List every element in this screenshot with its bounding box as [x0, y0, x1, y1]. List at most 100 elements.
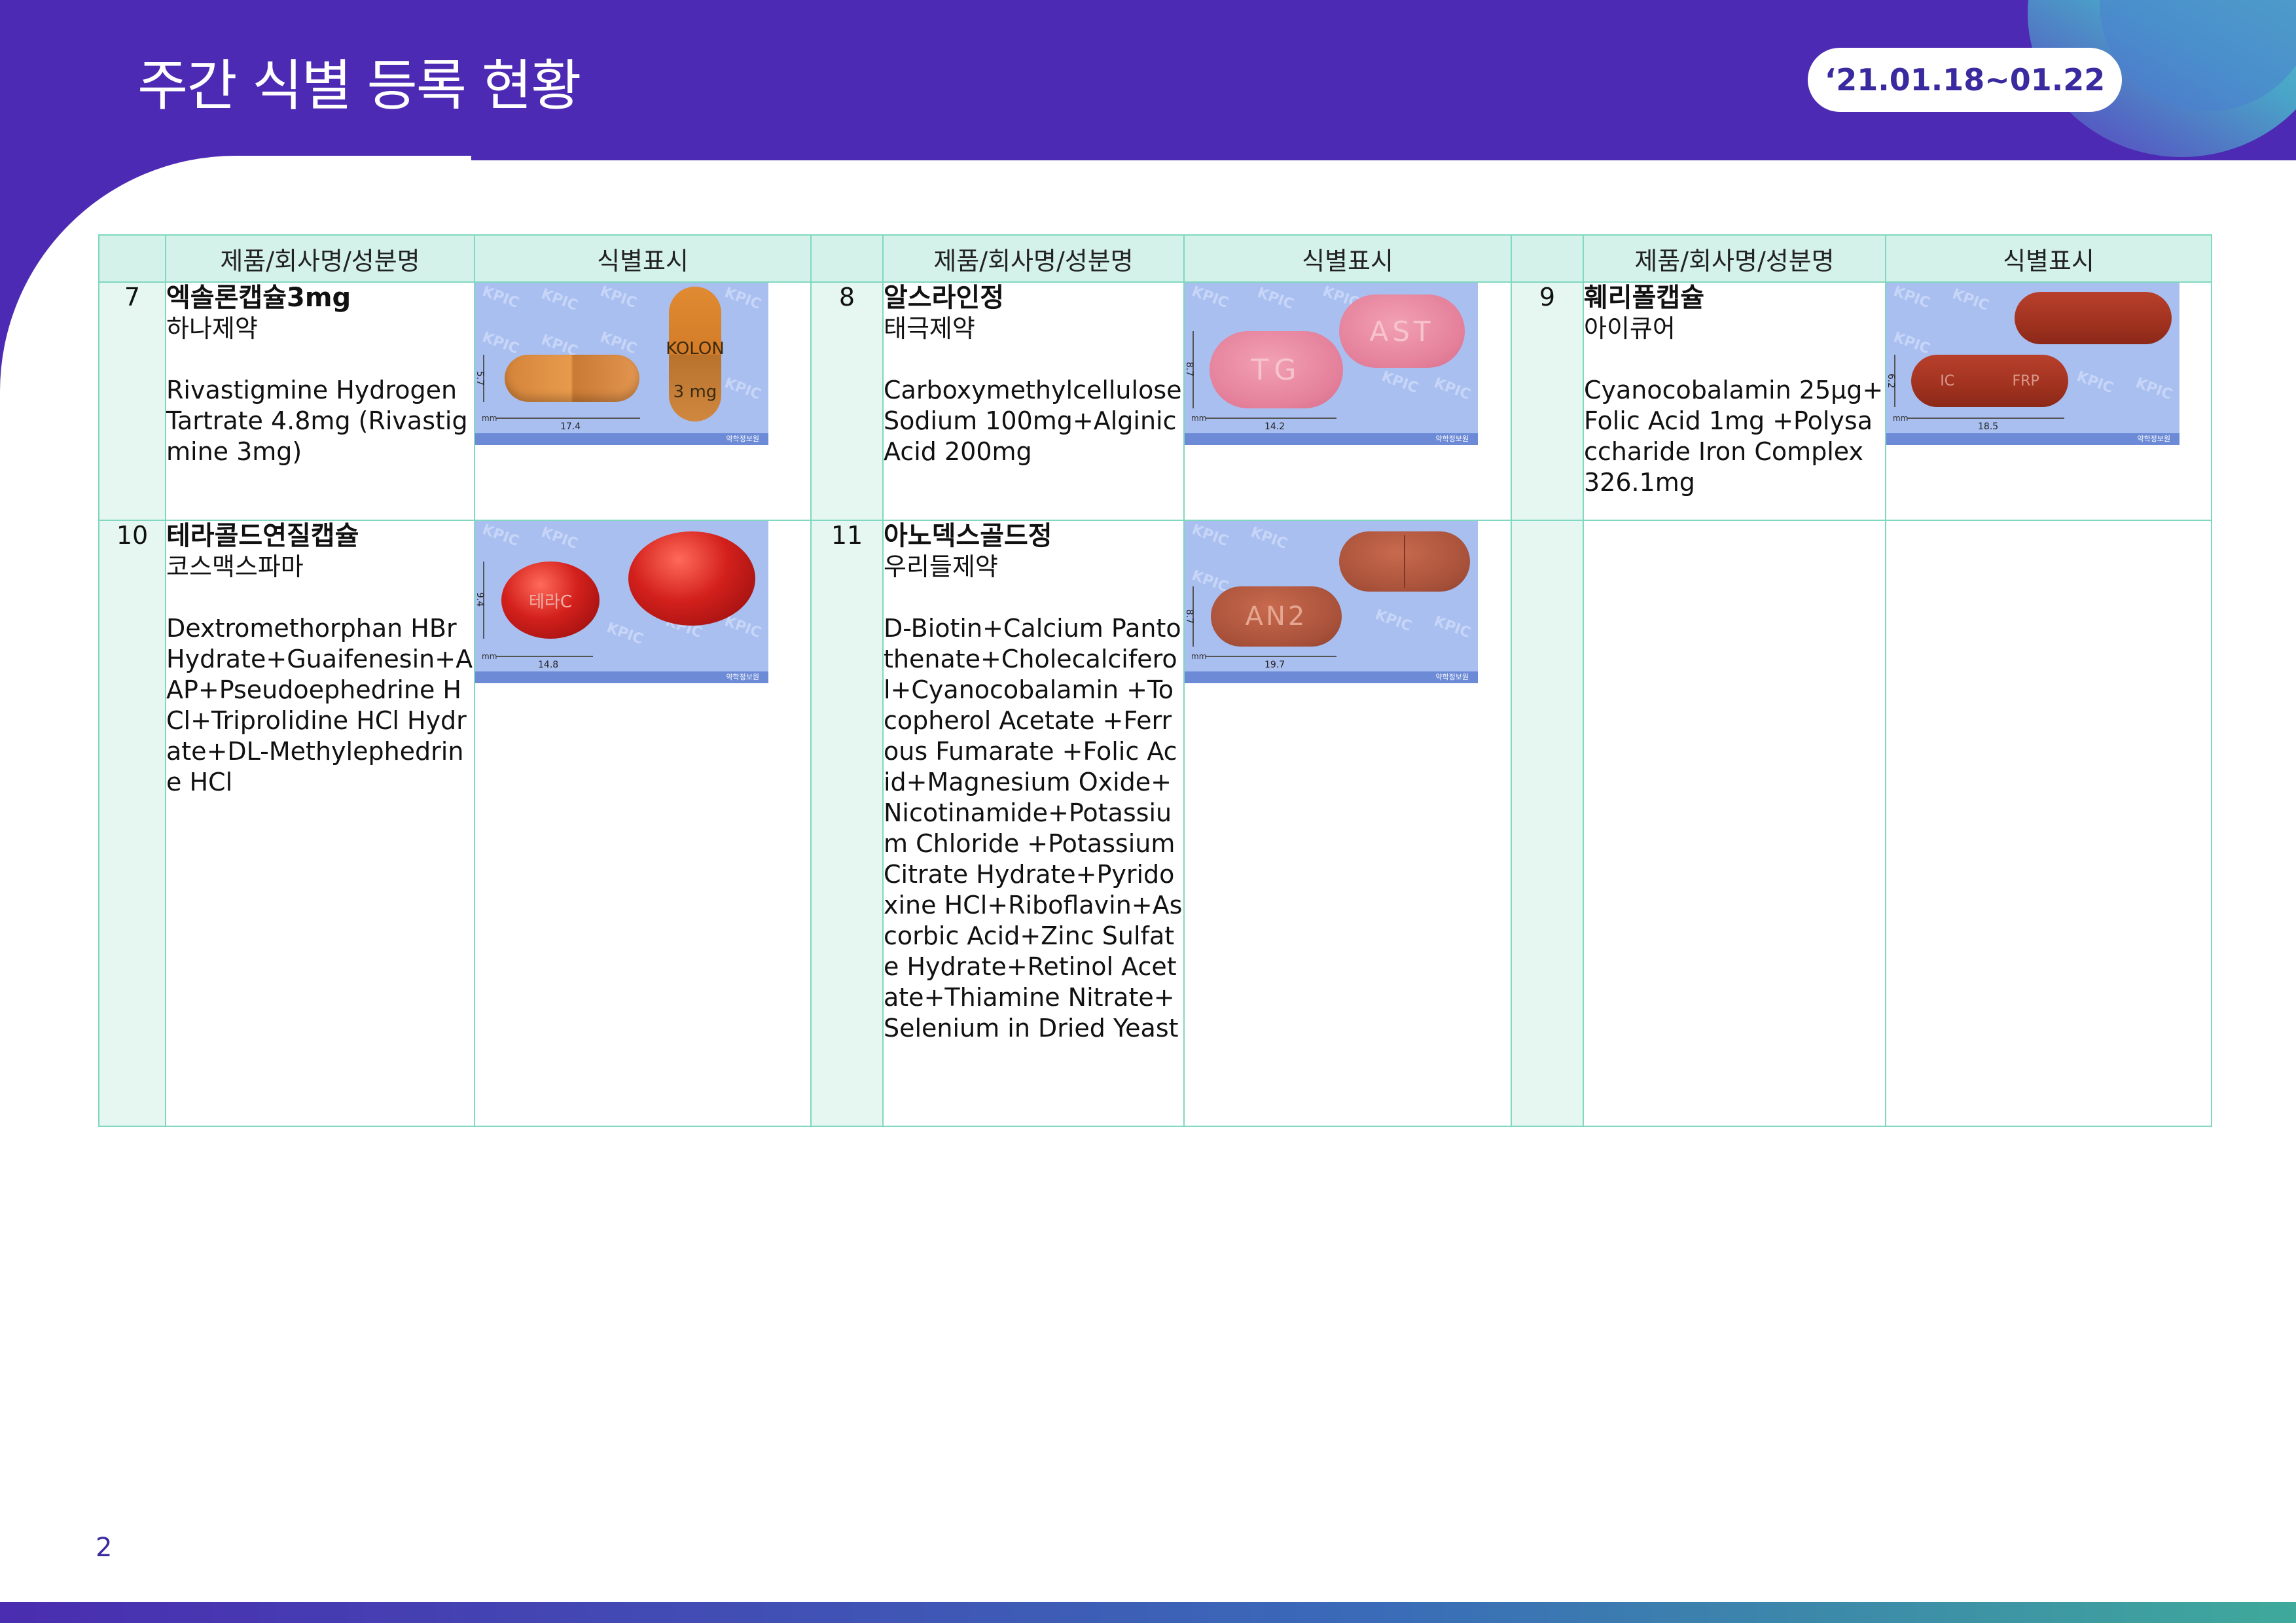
product-info-cell: 알스라인정 태극제약 Carboxymethylcellulose Sodium…: [882, 281, 1185, 521]
watermark-text: KPIC: [480, 283, 522, 312]
image-footer-label: 약학정보원: [2137, 435, 2170, 443]
ingredients: Rivastigmine Hydrogen Tartrate 4.8mg (Ri…: [166, 376, 468, 466]
unit-label: mm: [1893, 414, 1909, 423]
dimension-height: 6.2: [1886, 373, 1897, 389]
watermark-text: KPIC: [1950, 285, 1992, 315]
product-info-cell: 아노덱스골드정 우리들제약 D-Biotin+Calcium Pantothen…: [882, 520, 1185, 1127]
pill-identification-table: 제품/회사명/성분명 식별표시 제품/회사명/성분명 식별표시 제품/회사명/성…: [98, 234, 2212, 1127]
watermark-text: KPIC: [1189, 283, 1231, 312]
imprint-text: 테라C: [529, 592, 572, 612]
capsule-side-view: [505, 355, 639, 402]
product-info-cell: 엑솔론캡슐3mg 하나제약 Rivastigmine Hydrogen Tart…: [165, 281, 475, 521]
imprint-text: AN2: [1245, 601, 1308, 632]
watermark-text: KPIC: [722, 374, 764, 404]
watermark-text: KPIC: [1891, 283, 1933, 312]
watermark-text: KPIC: [2074, 368, 2116, 397]
table-header-row: 제품/회사명/성분명 식별표시 제품/회사명/성분명 식별표시 제품/회사명/성…: [98, 234, 2212, 283]
item-number: 10: [98, 520, 166, 1127]
product-info-cell: 훼리폴캡슐 아이큐어 Cyanocobalamin 25µg+Folic Aci…: [1583, 281, 1886, 521]
identification-image-cell: KPIC KPIC KPIC KPIC KPIC KPIC KPIC KPIC …: [474, 281, 812, 521]
watermark-text: KPIC: [480, 329, 522, 358]
unit-label: mm: [1191, 414, 1207, 423]
identification-image-cell: KPIC KPIC KPIC KPIC KPIC 테라C 9.4 mm 14.8…: [474, 520, 812, 1127]
dimension-height: 5.7: [475, 370, 486, 386]
tablet-side-b: AN2: [1211, 586, 1342, 647]
dimension-height: 8.7: [1185, 609, 1195, 624]
company-name: 아이큐어: [1584, 314, 1676, 343]
imprint-text: IC: [1940, 372, 1955, 389]
empty-info-cell: [1583, 520, 1886, 1127]
image-footer-label: 약학정보원: [726, 673, 759, 681]
company-name: 태극제약: [884, 314, 975, 343]
product-name: 아노덱스골드정: [884, 521, 1052, 551]
dimension-width: 14.8: [538, 660, 559, 670]
dimension-width: 19.7: [1265, 660, 1285, 670]
imprint-text: FRP: [2012, 372, 2039, 389]
ingredients: Dextromethorphan HBr Hydrate+Guaifenesin…: [166, 614, 473, 796]
pill-image: KPIC KPIC KPIC KPIC KPIC TG AST 8.7 mm 1…: [1185, 283, 1478, 445]
image-footer-bar: [1886, 433, 2179, 445]
pill-image: KPIC KPIC KPIC KPIC KPIC IC FRP 6.2 mm 1…: [1886, 283, 2179, 445]
item-number: 9: [1511, 281, 1584, 521]
ingredients: Cyanocobalamin 25µg+Folic Acid 1mg +Poly…: [1584, 376, 1884, 497]
page-title: 주간 식별 등록 현황: [137, 54, 581, 118]
column-header: 제품/회사명/성분명: [1583, 234, 1886, 283]
watermark-text: KPIC: [480, 521, 522, 550]
image-footer-label: 약학정보원: [1435, 435, 1469, 443]
identification-image-cell: KPIC KPIC KPIC KPIC KPIC IC FRP 6.2 mm 1…: [1885, 281, 2212, 521]
header-num-cell: [1511, 234, 1584, 283]
ingredients: D-Biotin+Calcium Pantothenate+Cholecalci…: [884, 614, 1183, 1043]
empty-image-cell: [1885, 520, 2212, 1127]
company-name: 코스맥스파마: [166, 552, 304, 581]
watermark-text: KPIC: [1891, 329, 1933, 358]
item-number: 8: [810, 281, 884, 521]
tablet-side-b: AST: [1339, 294, 1465, 368]
product-name: 훼리폴캡슐: [1584, 283, 1704, 313]
imprint-text: TG: [1251, 353, 1302, 387]
dimension-height: 8.7: [1185, 361, 1195, 377]
item-number: 11: [810, 520, 884, 1127]
column-header: 식별표시: [1885, 234, 2212, 283]
softgel-b: [628, 531, 755, 626]
pill-image: KPIC KPIC KPIC KPIC KPIC KPIC KPIC KPIC …: [475, 283, 768, 445]
company-name: 하나제약: [166, 314, 258, 343]
empty-number-cell: [1511, 520, 1584, 1127]
scale-line-horizontal: [1907, 418, 2064, 419]
header-num-cell: [810, 234, 884, 283]
identification-image-cell: KPIC KPIC KPIC KPIC KPIC TG AST 8.7 mm 1…: [1183, 281, 1512, 521]
product-name: 엑솔론캡슐3mg: [166, 283, 351, 313]
watermark-text: KPIC: [1255, 284, 1297, 313]
image-footer-bar: [475, 433, 768, 445]
watermark-text: KPIC: [2133, 374, 2175, 404]
column-header: 제품/회사명/성분명: [165, 234, 475, 283]
image-footer-label: 약학정보원: [726, 435, 759, 443]
page-number: 2: [96, 1533, 113, 1563]
watermark-text: KPIC: [1248, 524, 1290, 553]
column-header: 식별표시: [1183, 234, 1512, 283]
table-row: 10 테라콜드연질캡슐 코스맥스파마 Dextromethorphan HBr …: [98, 520, 2212, 1127]
watermark-text: KPIC: [722, 284, 764, 313]
pill-image: KPIC KPIC KPIC KPIC KPIC AN2 8.7 mm 19.7…: [1185, 521, 1478, 683]
dimension-width: 18.5: [1978, 421, 1999, 432]
imprint-text: KOLON: [666, 339, 725, 359]
image-footer-label: 약학정보원: [1435, 673, 1469, 681]
imprint-text: AST: [1369, 315, 1435, 348]
table-row: 7 엑솔론캡슐3mg 하나제약 Rivastigmine Hydrogen Ta…: [98, 281, 2212, 521]
image-footer-bar: [1185, 433, 1478, 445]
capsule-side-a: [2015, 292, 2172, 344]
date-range-badge: ‘21.01.18~01.22: [1808, 48, 2122, 112]
company-name: 우리들제약: [884, 552, 998, 581]
ingredients: Carboxymethylcellulose Sodium 100mg+Algi…: [884, 376, 1182, 466]
capsule-front-view: KOLON 3 mg: [666, 287, 725, 421]
image-footer-bar: [475, 671, 768, 683]
dimension-width: 17.4: [560, 421, 581, 432]
scale-line-horizontal: [496, 656, 593, 657]
scale-line-horizontal: [1206, 418, 1336, 419]
watermark-text: KPIC: [604, 619, 646, 649]
scale-line-horizontal: [1206, 656, 1336, 657]
item-number: 7: [98, 281, 166, 521]
tablet-side-a: TG: [1210, 331, 1343, 408]
watermark-text: KPIC: [1379, 368, 1421, 397]
watermark-text: KPIC: [1372, 606, 1414, 635]
imprint-text: 3 mg: [673, 382, 717, 402]
